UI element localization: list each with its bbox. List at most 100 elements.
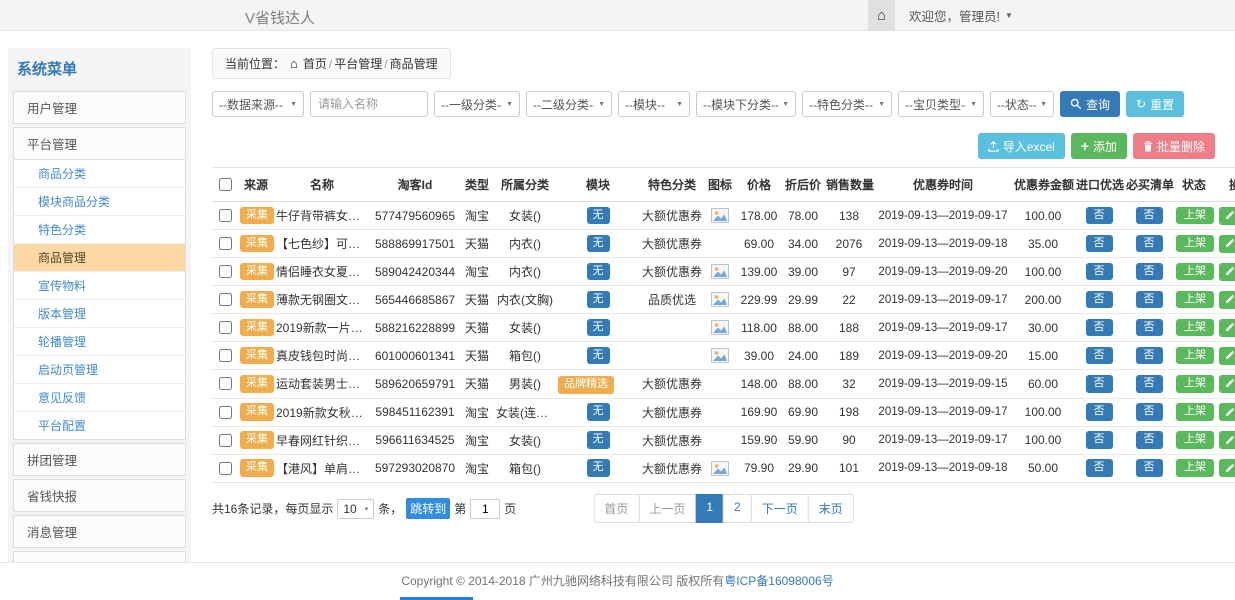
name-search-input[interactable] bbox=[310, 91, 428, 117]
import-select-toggle[interactable]: 否 bbox=[1086, 263, 1113, 281]
row-checkbox[interactable] bbox=[219, 349, 232, 362]
filter-select-category-l2[interactable]: --二级分类--▼ bbox=[526, 91, 612, 117]
filter-select-featured-category[interactable]: --特色分类--▼ bbox=[802, 91, 892, 117]
select-all-checkbox[interactable] bbox=[219, 178, 232, 191]
row-checkbox[interactable] bbox=[219, 462, 232, 475]
import-select-toggle[interactable]: 否 bbox=[1086, 347, 1113, 365]
home-button[interactable]: ⌂ bbox=[868, 0, 895, 31]
filter-select-status[interactable]: --状态--▼ bbox=[990, 91, 1054, 117]
import-select-toggle[interactable]: 否 bbox=[1086, 291, 1113, 309]
sidebar-item-group-buy[interactable]: 拼团管理 bbox=[13, 443, 186, 476]
must-buy-toggle[interactable]: 否 bbox=[1136, 207, 1163, 225]
import-select-toggle[interactable]: 否 bbox=[1086, 375, 1113, 393]
edit-button[interactable] bbox=[1219, 263, 1235, 281]
edit-button[interactable] bbox=[1219, 319, 1235, 337]
must-buy-toggle[interactable]: 否 bbox=[1136, 291, 1163, 309]
row-checkbox[interactable] bbox=[219, 209, 232, 222]
status-toggle[interactable]: 上架 bbox=[1176, 347, 1214, 365]
must-buy-toggle[interactable]: 否 bbox=[1136, 403, 1163, 421]
edit-button[interactable] bbox=[1219, 291, 1235, 309]
import-select-toggle[interactable]: 否 bbox=[1086, 319, 1113, 337]
pager-last[interactable]: 末页 bbox=[808, 494, 854, 523]
filter-select-category-l1[interactable]: --一级分类--▼ bbox=[434, 91, 520, 117]
breadcrumb-items: 首页/平台管理/商品管理 bbox=[303, 55, 438, 72]
must-buy-toggle[interactable]: 否 bbox=[1136, 235, 1163, 253]
edit-button[interactable] bbox=[1219, 459, 1235, 477]
sidebar-item-version-management[interactable]: 版本管理 bbox=[14, 300, 185, 328]
import-select-toggle[interactable]: 否 bbox=[1086, 207, 1113, 225]
status-toggle[interactable]: 上架 bbox=[1176, 403, 1214, 421]
must-buy-toggle[interactable]: 否 bbox=[1136, 431, 1163, 449]
row-checkbox[interactable] bbox=[219, 293, 232, 306]
import-select-toggle[interactable]: 否 bbox=[1086, 235, 1113, 253]
main-layout: 系统菜单 用户管理平台管理商品分类模块商品分类特色分类商品管理宣传物料版本管理轮… bbox=[0, 31, 1235, 562]
edit-icon bbox=[1224, 266, 1235, 277]
taoke-id-cell: 588216228899 bbox=[370, 314, 460, 342]
pager-next[interactable]: 下一页 bbox=[751, 494, 809, 523]
import-select-toggle[interactable]: 否 bbox=[1086, 431, 1113, 449]
filter-select-module[interactable]: --模块--▼ bbox=[618, 91, 690, 117]
row-checkbox[interactable] bbox=[219, 434, 232, 447]
status-toggle[interactable]: 上架 bbox=[1176, 459, 1214, 477]
import-excel-button[interactable]: 导入excel bbox=[978, 133, 1065, 159]
status-toggle[interactable]: 上架 bbox=[1176, 235, 1214, 253]
edit-button[interactable] bbox=[1219, 347, 1235, 365]
batch-delete-button[interactable]: 批量删除 bbox=[1133, 133, 1215, 159]
page-number-input[interactable] bbox=[470, 499, 500, 519]
status-toggle[interactable]: 上架 bbox=[1176, 207, 1214, 225]
row-checkbox[interactable] bbox=[219, 321, 232, 334]
sidebar-item-platform-config[interactable]: 平台配置 bbox=[14, 412, 185, 439]
jump-button[interactable]: 跳转到 bbox=[406, 498, 450, 519]
must-buy-toggle[interactable]: 否 bbox=[1136, 319, 1163, 337]
edit-button[interactable] bbox=[1219, 207, 1235, 225]
sidebar-item-feedback[interactable]: 意见反馈 bbox=[14, 384, 185, 412]
pager-page-2[interactable]: 2 bbox=[723, 494, 752, 523]
breadcrumb-item[interactable]: 平台管理 bbox=[334, 57, 382, 71]
edit-button[interactable] bbox=[1219, 235, 1235, 253]
sidebar-item-platform[interactable]: 平台管理 bbox=[13, 127, 186, 160]
must-buy-toggle[interactable]: 否 bbox=[1136, 347, 1163, 365]
page-size-select[interactable]: 10 ▾ bbox=[337, 499, 374, 519]
sidebar-item-saving-express[interactable]: 省钱快报 bbox=[13, 479, 186, 512]
edit-button[interactable] bbox=[1219, 431, 1235, 449]
user-dropdown[interactable]: 欢迎您，管理员! ▼ bbox=[909, 6, 1013, 25]
sidebar-item-featured-category[interactable]: 特色分类 bbox=[14, 216, 185, 244]
import-select-toggle[interactable]: 否 bbox=[1086, 403, 1113, 421]
filter-select-module-sub[interactable]: --模块下分类--▼ bbox=[696, 91, 796, 117]
sidebar-item-carousel-management[interactable]: 轮播管理 bbox=[14, 328, 185, 356]
status-toggle[interactable]: 上架 bbox=[1176, 431, 1214, 449]
edit-button[interactable] bbox=[1219, 403, 1235, 421]
sidebar-item-messages[interactable]: 消息管理 bbox=[13, 515, 186, 548]
featured-category-cell: 大额优惠券 bbox=[640, 370, 704, 399]
row-checkbox[interactable] bbox=[219, 237, 232, 250]
add-button[interactable]: + 添加 bbox=[1071, 133, 1127, 159]
row-checkbox[interactable] bbox=[219, 406, 232, 419]
must-buy-toggle[interactable]: 否 bbox=[1136, 375, 1163, 393]
status-toggle[interactable]: 上架 bbox=[1176, 319, 1214, 337]
import-select-toggle[interactable]: 否 bbox=[1086, 459, 1113, 477]
breadcrumb-item[interactable]: 首页 bbox=[303, 57, 327, 71]
search-button[interactable]: 查询 bbox=[1060, 91, 1120, 117]
must-buy-toggle[interactable]: 否 bbox=[1136, 459, 1163, 477]
row-checkbox[interactable] bbox=[219, 265, 232, 278]
edit-button[interactable] bbox=[1219, 375, 1235, 393]
icp-link[interactable]: 粤ICP备16098006号 bbox=[724, 574, 833, 588]
row-checkbox[interactable] bbox=[219, 377, 232, 390]
pager-page-1[interactable]: 1 bbox=[695, 494, 724, 523]
breadcrumb-item[interactable]: 商品管理 bbox=[390, 57, 438, 71]
sidebar-item-module-goods-category[interactable]: 模块商品分类 bbox=[14, 188, 185, 216]
sidebar-item-promo-materials[interactable]: 宣传物料 bbox=[14, 272, 185, 300]
filter-select-item-type[interactable]: --宝贝类型--▼ bbox=[898, 91, 984, 117]
sidebar-item-users[interactable]: 用户管理 bbox=[13, 91, 186, 124]
discount-price-cell: 69.90 bbox=[782, 398, 824, 426]
sidebar-item-goods-management[interactable]: 商品管理 bbox=[14, 244, 185, 272]
sidebar-item-orders[interactable]: 订单管理 bbox=[13, 551, 186, 562]
reset-button[interactable]: ↻ 重置 bbox=[1126, 91, 1184, 117]
filter-select-data-source[interactable]: --数据来源--▼ bbox=[212, 91, 304, 117]
status-toggle[interactable]: 上架 bbox=[1176, 291, 1214, 309]
status-toggle[interactable]: 上架 bbox=[1176, 375, 1214, 393]
sidebar-item-splash-management[interactable]: 启动页管理 bbox=[14, 356, 185, 384]
sidebar-item-goods-category[interactable]: 商品分类 bbox=[14, 160, 185, 188]
must-buy-toggle[interactable]: 否 bbox=[1136, 263, 1163, 281]
status-toggle[interactable]: 上架 bbox=[1176, 263, 1214, 281]
